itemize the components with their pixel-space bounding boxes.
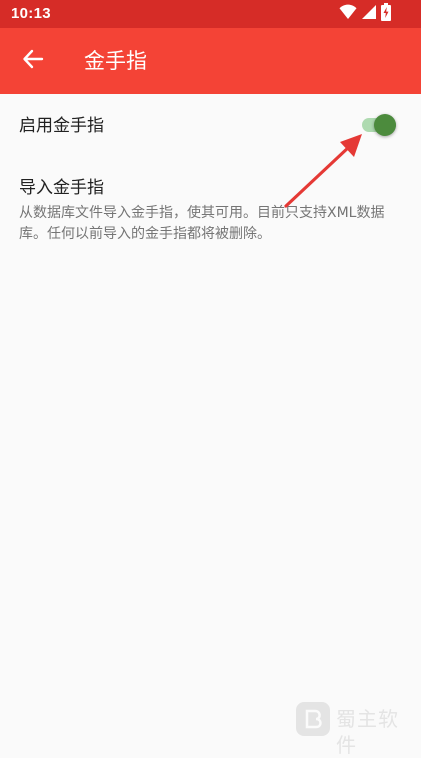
status-icons xyxy=(339,3,391,25)
import-cheats-title: 导入金手指 xyxy=(19,178,104,198)
enable-cheats-switch[interactable] xyxy=(360,112,400,138)
status-bar: 10:13 xyxy=(0,0,421,28)
app-bar: 金手指 xyxy=(0,28,421,94)
battery-charging-icon xyxy=(381,3,391,25)
arrow-back-icon xyxy=(22,48,44,74)
page-title: 金手指 xyxy=(84,49,147,73)
watermark-logo-icon xyxy=(296,702,330,736)
signal-icon xyxy=(361,4,377,24)
watermark-text: 蜀主软件 xyxy=(336,707,399,757)
switch-thumb xyxy=(374,114,396,136)
enable-cheats-row[interactable]: 启用金手指 xyxy=(0,94,421,158)
import-cheats-summary: 从数据库文件导入金手指，使其可用。目前只支持XML数据库。任何以前导入的金手指都… xyxy=(19,205,385,242)
enable-cheats-title: 启用金手指 xyxy=(19,116,104,136)
watermark: 蜀主软件 xyxy=(296,700,414,757)
import-cheats-row[interactable]: 导入金手指 从数据库文件导入金手指，使其可用。目前只支持XML数据库。任何以前导… xyxy=(0,158,421,254)
back-button[interactable] xyxy=(12,40,54,82)
wifi-icon xyxy=(339,4,357,24)
status-time: 10:13 xyxy=(11,5,51,22)
